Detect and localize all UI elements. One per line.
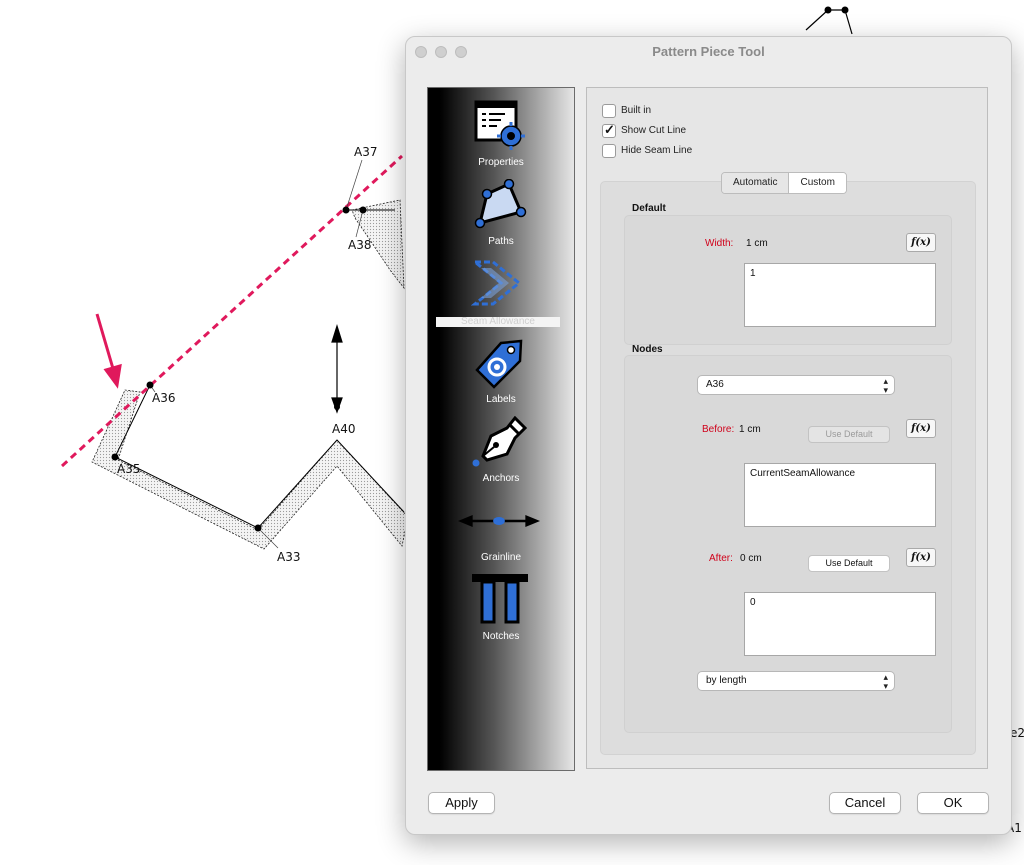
properties-icon [474, 100, 525, 150]
point-label-a40: A40 [332, 422, 356, 436]
grainline-icon [458, 515, 540, 527]
apply-button[interactable]: Apply [428, 792, 495, 814]
after-formula-input[interactable]: 0 [744, 592, 936, 656]
cancel-button[interactable]: Cancel [829, 792, 901, 814]
sidebar-item-label: Properties [478, 157, 524, 168]
sidebar-item-label: Grainline [480, 552, 522, 563]
title-bar[interactable]: Pattern Piece Tool [406, 37, 1011, 65]
sidebar-item-properties[interactable]: Properties [428, 96, 574, 174]
sidebar-item-anchors[interactable]: Anchors [428, 412, 574, 490]
canvas-point[interactable] [254, 524, 262, 532]
checkmark-icon: ✓ [604, 122, 615, 137]
nodes-section-title: Nodes [632, 344, 663, 355]
grainline-arrow [331, 323, 343, 414]
node-select[interactable]: A36 ▴ ▾ [697, 375, 895, 395]
canvas-point[interactable] [359, 206, 367, 214]
ok-button[interactable]: OK [917, 792, 989, 814]
dialog-title: Pattern Piece Tool [652, 44, 765, 59]
canvas-point[interactable] [841, 6, 849, 14]
sidebar-item-label: Seam Allowance [436, 317, 560, 327]
canvas-top-lines [805, 9, 853, 35]
edge-label: e2_ [1010, 726, 1024, 740]
point-label-a33: A33 [277, 550, 301, 564]
before-formula-button[interactable]: f(x) [906, 419, 936, 438]
after-value: 0 cm [740, 553, 762, 564]
sidebar-item-paths[interactable]: Paths [428, 175, 574, 253]
after-label: After: [709, 553, 733, 564]
built-in-checkbox[interactable] [602, 104, 616, 118]
up-down-icon: ▴ ▾ [883, 672, 888, 691]
sidebar-item-label: Anchors [482, 473, 520, 484]
point-label-a37: A37 [354, 145, 378, 159]
width-formula-input[interactable]: 1 [744, 263, 936, 327]
show-cut-line-label: Show Cut Line [621, 125, 687, 136]
labels-icon [475, 339, 523, 389]
default-section: Width: 1 cm f(x) 1 [624, 215, 952, 345]
pattern-piece-dialog: Pattern Piece Tool Properties Paths Seam… [405, 36, 1012, 835]
before-use-default-button[interactable]: Use Default [808, 426, 890, 443]
before-label: Before: [702, 424, 735, 435]
canvas-point[interactable] [334, 404, 340, 410]
sidebar-item-label: Paths [488, 236, 514, 247]
paths-icon [474, 179, 527, 229]
canvas-point[interactable] [824, 6, 832, 14]
annotation-arrow [95, 313, 122, 389]
angle-type-value: by length [706, 675, 747, 686]
seam-allowance-icon [471, 260, 522, 306]
sidebar-item-notches[interactable]: Notches [428, 570, 574, 648]
sidebar-item-label: Notches [482, 631, 520, 642]
canvas-point[interactable] [342, 206, 350, 214]
anchors-icon [472, 416, 527, 467]
width-label: Width: [705, 238, 734, 249]
mode-tabs: Automatic Custom [721, 172, 847, 194]
show-cut-line-checkbox[interactable]: ✓ [602, 122, 616, 138]
after-formula-button[interactable]: f(x) [906, 548, 936, 567]
tab-automatic[interactable]: Automatic [722, 173, 790, 193]
canvas-point[interactable] [111, 453, 119, 461]
before-formula-input[interactable]: CurrentSeamAllowance [744, 463, 936, 527]
nodes-section: A36 ▴ ▾ Before: 1 cm Use Default f(x) Cur… [624, 355, 952, 733]
hide-seam-line-checkbox[interactable] [602, 144, 616, 158]
point-label-a36: A36 [152, 391, 176, 405]
up-down-icon: ▴ ▾ [883, 376, 888, 395]
hide-seam-line-label: Hide Seam Line [621, 145, 693, 156]
seam-allowance-panel: Built in ✓ Show Cut Line Hide Seam Line … [586, 87, 988, 769]
tab-custom[interactable]: Custom [789, 173, 846, 193]
point-label-a38: A38 [348, 238, 372, 252]
angle-type-select[interactable]: by length ▴ ▾ [697, 671, 895, 691]
sidebar-item-label: Labels [486, 394, 516, 405]
sidebar-item-seam-allowance[interactable]: Seam Allowance [428, 254, 574, 332]
sidebar-item-labels[interactable]: Labels [428, 333, 574, 411]
sidebar: Properties Paths Seam Allowance Labels A… [427, 87, 575, 771]
point-label-a35: A35 [117, 462, 141, 476]
built-in-label: Built in [621, 105, 652, 116]
width-value: 1 cm [746, 238, 768, 249]
node-select-value: A36 [706, 379, 724, 390]
sidebar-item-grainline[interactable]: Grainline [428, 491, 574, 569]
after-use-default-button[interactable]: Use Default [808, 555, 890, 572]
canvas-point[interactable] [146, 381, 154, 389]
before-value: 1 cm [739, 424, 761, 435]
seam-allowance-band [91, 199, 409, 550]
notches-icon [472, 574, 528, 624]
width-formula-button[interactable]: f(x) [906, 233, 936, 252]
default-section-title: Default [632, 203, 666, 214]
